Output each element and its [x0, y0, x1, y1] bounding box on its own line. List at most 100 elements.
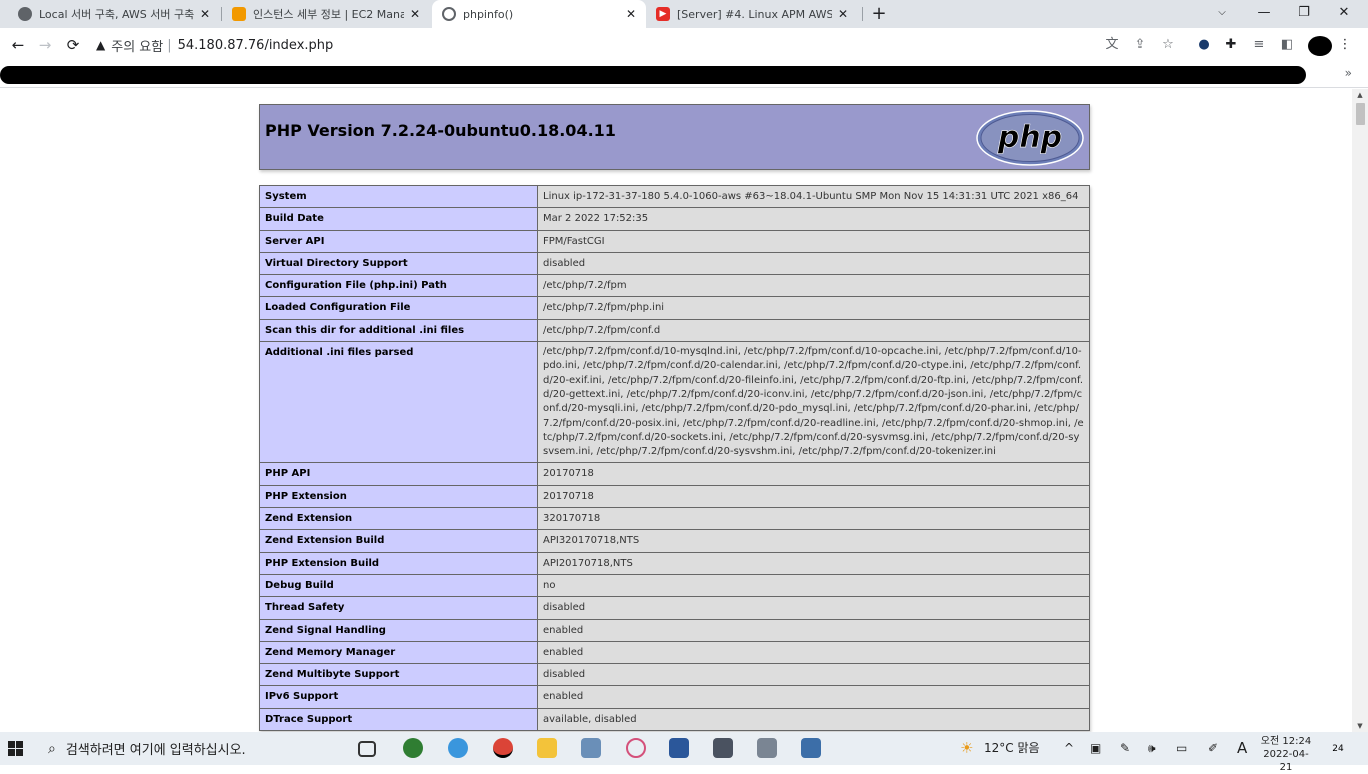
forward-icon[interactable]: → — [32, 28, 58, 62]
new-tab-button[interactable]: + — [868, 3, 890, 25]
notification-center-icon[interactable]: 24 — [1328, 739, 1348, 759]
clock-date: 2022-04-21 — [1263, 749, 1309, 773]
pen-workspace-icon[interactable]: ✐ — [1208, 732, 1218, 765]
volume-icon[interactable]: 🕪 — [1148, 732, 1156, 765]
youtube-icon: ▶ — [656, 7, 670, 21]
windows-start-icon[interactable] — [8, 741, 24, 757]
profile-avatar[interactable] — [1308, 36, 1332, 56]
restore-icon[interactable]: ❐ — [1284, 0, 1324, 28]
scroll-up-icon[interactable]: ▲ — [1352, 91, 1368, 99]
reload-icon[interactable]: ⟳ — [60, 28, 86, 62]
config-key: PHP Extension Build — [259, 551, 538, 575]
config-value: disabled — [537, 596, 1090, 620]
table-row: IPv6 Support enabled — [259, 685, 1090, 709]
config-value: FPM/FastCGI — [537, 229, 1090, 253]
tab-title: phpinfo() — [463, 7, 514, 21]
side-panel-icon[interactable]: ◧ — [1278, 36, 1296, 54]
window-close-icon[interactable]: ✕ — [1324, 0, 1364, 28]
file-explorer-icon[interactable] — [537, 738, 557, 758]
table-row: Server API FPM/FastCGI — [259, 229, 1090, 253]
config-key: Zend Multibyte Support — [259, 663, 538, 687]
table-row: Additional .ini files parsed/etc/php/7.2… — [259, 341, 1090, 464]
close-icon[interactable]: ✕ — [410, 7, 420, 21]
config-key: Zend Memory Manager — [259, 640, 538, 665]
config-value: API320170718,NTS — [537, 529, 1090, 553]
minimize-icon[interactable]: — — [1244, 0, 1284, 28]
config-value: enabled — [537, 685, 1090, 709]
tab-search-icon[interactable]: ⌵ — [1202, 0, 1242, 28]
chrome-icon[interactable] — [493, 738, 513, 758]
config-key: Configuration File (php.ini) Path — [259, 274, 538, 298]
close-icon[interactable]: ✕ — [200, 7, 210, 21]
config-key: Server API — [259, 229, 538, 253]
weather-text[interactable]: 12°C 맑음 — [984, 732, 1040, 765]
warning-icon[interactable]: ▲ — [96, 38, 105, 52]
page-title: PHP Version 7.2.24-0ubuntu0.18.04.11 — [265, 121, 616, 140]
address-bar[interactable]: ▲ 주의 요함 | 54.180.87.76/index.php — [96, 32, 1096, 58]
weather-icon[interactable]: ☀ — [960, 732, 973, 765]
internet-explorer-icon[interactable] — [448, 738, 468, 758]
config-value: disabled — [537, 251, 1090, 276]
tab-strip: Local 서버 구축, AWS 서버 구축 ✕ 인스턴스 세부 정보 | EC… — [0, 0, 1368, 28]
config-value: available, disabled — [537, 707, 1090, 732]
taskbar-search-input[interactable]: ⌕ 검색하려면 여기에 입력하십시오. — [48, 732, 246, 765]
security-label[interactable]: 주의 요함 — [111, 36, 163, 55]
config-value: /etc/php/7.2/fpm/conf.d — [537, 318, 1090, 343]
app-icon[interactable] — [757, 738, 777, 758]
php-logo-text: php — [997, 120, 1062, 155]
tab-server-apm[interactable]: ▶ [Server] #4. Linux APM AWS. - I ✕ — [646, 0, 858, 28]
window-app-icon[interactable] — [713, 738, 733, 758]
config-key: Zend Extension — [259, 507, 538, 531]
table-row: Loaded Configuration File/etc/php/7.2/fp… — [259, 296, 1090, 320]
battery-icon[interactable]: ▭ — [1176, 732, 1187, 765]
close-icon[interactable]: ✕ — [626, 7, 636, 21]
globe-icon — [442, 7, 456, 21]
tray-chevron-icon[interactable]: ^ — [1064, 732, 1074, 765]
tray-app-icon[interactable]: ▣ — [1090, 732, 1101, 765]
config-key: Loaded Configuration File — [259, 296, 538, 320]
back-icon[interactable]: ← — [5, 28, 31, 62]
config-value: /etc/php/7.2/fpm/conf.d/10-mysqlnd.ini, … — [537, 341, 1090, 464]
share-icon[interactable]: ⇪ — [1131, 36, 1149, 54]
more-bookmarks-icon[interactable]: » — [1345, 66, 1352, 80]
app-icon[interactable] — [581, 738, 601, 758]
tab-title: 인스턴스 세부 정보 | EC2 Mana — [253, 8, 404, 21]
table-row: PHP API 20170718 — [259, 462, 1090, 486]
tab-title: Local 서버 구축, AWS 서버 구축 — [39, 8, 194, 21]
search-placeholder: 검색하려면 여기에 입력하십시오. — [65, 743, 246, 758]
scrollbar-thumb[interactable] — [1356, 103, 1365, 125]
table-row: Virtual Directory Support disabled — [259, 251, 1090, 276]
config-value: enabled — [537, 640, 1090, 665]
aws-icon — [232, 7, 246, 21]
table-row: Build Date Mar 2 2022 17:52:35 — [259, 207, 1090, 231]
extension-check-icon[interactable]: ● — [1195, 36, 1213, 54]
vertical-scrollbar[interactable]: ▲ ▼ — [1352, 89, 1368, 732]
config-value: enabled — [537, 618, 1090, 642]
tab-title: [Server] #4. Linux APM AWS. - I — [677, 7, 832, 21]
system-clock[interactable]: 오전 12:24 2022-04-21 — [1258, 735, 1314, 774]
table-row: Debug Build no — [259, 573, 1090, 598]
pen-icon[interactable]: ✎ — [1120, 732, 1130, 765]
extensions-puzzle-icon[interactable]: ✚ — [1222, 36, 1240, 54]
config-key: Debug Build — [259, 573, 538, 598]
config-key: PHP API — [259, 462, 538, 486]
ime-indicator[interactable]: A — [1237, 732, 1247, 765]
reading-list-icon[interactable]: ≡ — [1250, 36, 1268, 54]
word-icon[interactable] — [669, 738, 689, 758]
config-key: System — [259, 184, 538, 209]
close-icon[interactable]: ✕ — [838, 7, 848, 21]
tab-ec2-instance[interactable]: 인스턴스 세부 정보 | EC2 Mana ✕ — [222, 0, 430, 28]
menu-kebab-icon[interactable]: ⋮ — [1336, 36, 1354, 54]
translate-icon[interactable]: 文 — [1103, 36, 1121, 54]
tab-local-server[interactable]: Local 서버 구축, AWS 서버 구축 ✕ — [8, 0, 220, 28]
tab-phpinfo[interactable]: phpinfo() ✕ — [432, 0, 646, 28]
bookmark-star-icon[interactable]: ☆ — [1159, 36, 1177, 54]
scroll-down-icon[interactable]: ▼ — [1352, 722, 1368, 730]
table-row: Scan this dir for additional .ini files /… — [259, 318, 1090, 343]
config-key: IPv6 Support — [259, 685, 538, 709]
snipping-tool-icon[interactable] — [626, 738, 646, 758]
edge-icon[interactable] — [403, 738, 423, 758]
network-app-icon[interactable] — [801, 738, 821, 758]
task-view-icon[interactable] — [358, 741, 376, 757]
url-text[interactable]: 54.180.87.76/index.php — [178, 38, 334, 53]
